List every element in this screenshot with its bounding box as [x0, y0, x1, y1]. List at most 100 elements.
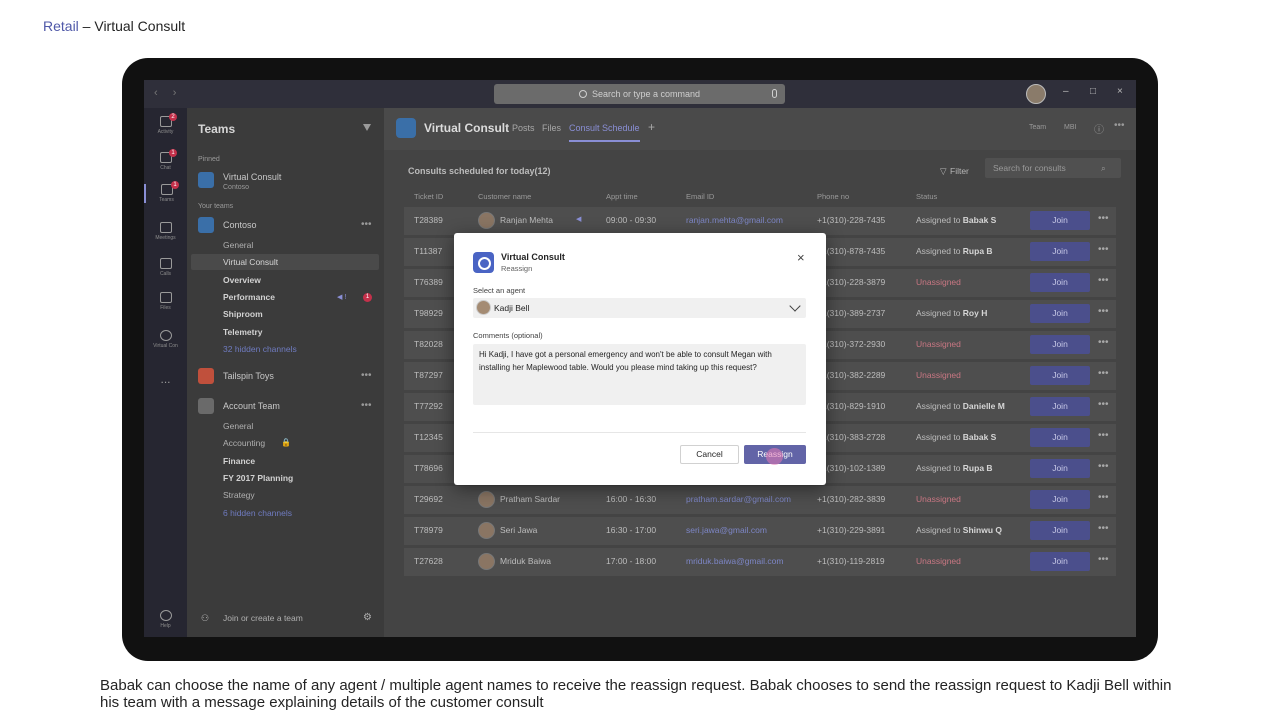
channel-general[interactable]: General	[223, 421, 253, 431]
agent-avatar	[476, 300, 491, 315]
table-row[interactable]: T78979 Seri Jawa 16:30 - 17:00 seri.jawa@gm…	[404, 517, 1116, 545]
more-options-icon[interactable]: •••	[1098, 461, 1109, 472]
close-icon[interactable]: ×	[797, 250, 805, 265]
channel-telemetry[interactable]: Telemetry	[223, 327, 263, 337]
join-button[interactable]: Join	[1030, 521, 1090, 540]
rail-more-apps[interactable]: ...	[144, 372, 187, 386]
email-link[interactable]: seri.jawa@gmail.com	[686, 525, 767, 535]
add-tab-button[interactable]: +	[648, 120, 655, 134]
join-button[interactable]: Join	[1030, 242, 1090, 261]
join-button[interactable]: Join	[1030, 273, 1090, 292]
col-appt-time[interactable]: Appt time	[606, 192, 638, 201]
join-button[interactable]: Join	[1030, 211, 1090, 230]
col-email-id[interactable]: Email ID	[686, 192, 714, 201]
email-link[interactable]: mriduk.baiwa@gmail.com	[686, 556, 783, 566]
channel-accounting[interactable]: Accounting	[223, 438, 265, 448]
join-button[interactable]: Join	[1030, 552, 1090, 571]
pinned-team-virtual-consult[interactable]: Virtual Consult Contoso	[198, 172, 378, 191]
table-row[interactable]: T27628 Mriduk Baiwa 17:00 - 18:00 mriduk.ba…	[404, 548, 1116, 576]
agent-dropdown[interactable]: Kadji Bell	[473, 298, 806, 318]
table-row[interactable]: T29692 Pratham Sardar 16:00 - 16:30 pratham…	[404, 486, 1116, 514]
more-options-icon[interactable]: •••	[1098, 244, 1109, 255]
channel-fy2017-planning[interactable]: FY 2017 Planning	[223, 473, 293, 483]
more-options-icon[interactable]: •••	[361, 400, 372, 411]
microphone-icon[interactable]	[772, 89, 777, 98]
customer-avatar	[478, 212, 495, 229]
more-options-icon[interactable]: •••	[1098, 306, 1109, 317]
join-button[interactable]: Join	[1030, 459, 1090, 478]
rail-calls[interactable]: Calls	[144, 258, 187, 277]
tab-files[interactable]: Files	[542, 123, 561, 133]
rail-meetings[interactable]: Meetings	[144, 222, 187, 241]
join-button[interactable]: Join	[1030, 490, 1090, 509]
more-options-icon[interactable]: •••	[361, 219, 372, 230]
cursor-click-indicator	[766, 448, 783, 465]
more-options-icon[interactable]: •••	[361, 370, 372, 381]
hidden-channels-link[interactable]: 6 hidden channels	[223, 508, 292, 518]
command-search-input[interactable]: Search or type a command	[494, 84, 785, 104]
more-options-icon[interactable]: •••	[1098, 523, 1109, 534]
team-contoso[interactable]: Contoso •••	[198, 217, 378, 233]
more-options-icon[interactable]: •••	[1098, 430, 1109, 441]
more-options-icon[interactable]: •••	[1098, 337, 1109, 348]
join-button[interactable]: Join	[1030, 304, 1090, 323]
maximize-button[interactable]: □	[1090, 86, 1096, 97]
email-link[interactable]: pratham.sardar@gmail.com	[686, 494, 791, 504]
team-tailspin-toys[interactable]: Tailspin Toys •••	[198, 368, 378, 384]
col-ticket-id[interactable]: Ticket ID	[414, 192, 443, 201]
rail-teams[interactable]: 1 Teams	[144, 181, 187, 203]
channel-shiproom[interactable]: Shiproom	[223, 309, 263, 319]
more-options-icon[interactable]: •••	[1098, 554, 1109, 565]
ticket-id: T12345	[414, 432, 443, 442]
join-button[interactable]: Join	[1030, 397, 1090, 416]
filter-icon[interactable]: ▽	[940, 166, 947, 177]
col-customer-name[interactable]: Customer name	[478, 192, 531, 201]
rail-files[interactable]: Files	[144, 292, 187, 311]
rail-virtual-consult[interactable]: Virtual Con	[144, 330, 187, 349]
hidden-channels-link[interactable]: 32 hidden channels	[223, 344, 297, 354]
rail-label: Teams	[159, 197, 174, 203]
more-options-icon[interactable]: •••	[1098, 275, 1109, 286]
nav-arrows[interactable]: ‹ ›	[154, 87, 182, 99]
team-account-team[interactable]: Account Team •••	[198, 398, 378, 414]
more-options-icon[interactable]: •••	[1114, 120, 1125, 131]
rail-chat[interactable]: 1 Chat	[144, 149, 187, 171]
join-button[interactable]: Join	[1030, 428, 1090, 447]
cancel-button[interactable]: Cancel	[680, 445, 739, 464]
channel-overview[interactable]: Overview	[223, 275, 261, 285]
join-button[interactable]: Join	[1030, 366, 1090, 385]
tab-posts[interactable]: Posts	[512, 123, 535, 133]
comments-textarea[interactable]: Hi Kadji, I have got a personal emergenc…	[473, 344, 806, 405]
more-options-icon[interactable]: •••	[1098, 492, 1109, 503]
more-options-icon[interactable]: •••	[1098, 213, 1109, 224]
rail-activity[interactable]: 2 Activity	[144, 113, 187, 135]
info-icon[interactable]: ⓘ	[1094, 121, 1104, 136]
minimize-button[interactable]: –	[1063, 86, 1069, 97]
more-options-icon[interactable]: •••	[1098, 399, 1109, 410]
status-assigned: Assigned to Babak S	[916, 432, 996, 442]
retail-link[interactable]: Retail	[43, 18, 79, 34]
consult-search-input[interactable]: Search for consults ⌕	[985, 158, 1121, 178]
col-phone-no[interactable]: Phone no	[817, 192, 849, 201]
email-link[interactable]: ranjan.mehta@gmail.com	[686, 215, 783, 225]
join-button[interactable]: Join	[1030, 335, 1090, 354]
settings-gear-icon[interactable]: ⚙	[363, 612, 372, 623]
channel-virtual-consult[interactable]: Virtual Consult	[223, 257, 278, 267]
more-options-icon[interactable]: •••	[1098, 368, 1109, 379]
channel-finance[interactable]: Finance	[223, 456, 255, 466]
close-window-button[interactable]: ×	[1117, 86, 1123, 97]
profile-avatar[interactable]	[1026, 84, 1046, 104]
dialog-title: Virtual Consult	[501, 252, 565, 262]
col-status[interactable]: Status	[916, 192, 937, 201]
ticket-id: T98929	[414, 308, 443, 318]
rail-help[interactable]: Help	[144, 610, 187, 629]
filter-button[interactable]: Filter	[950, 166, 969, 176]
channel-strategy[interactable]: Strategy	[223, 490, 255, 500]
channel-performance[interactable]: Performance	[223, 292, 275, 302]
table-row[interactable]: T28389 Ranjan Mehta 09:00 - 09:30 ranjan.me…	[404, 207, 1116, 235]
channel-general[interactable]: General	[223, 240, 253, 250]
join-create-team-link[interactable]: Join or create a team	[223, 613, 303, 623]
ticket-id: T78979	[414, 525, 443, 535]
filter-icon[interactable]	[363, 124, 371, 131]
tab-consult-schedule[interactable]: Consult Schedule	[569, 123, 640, 142]
